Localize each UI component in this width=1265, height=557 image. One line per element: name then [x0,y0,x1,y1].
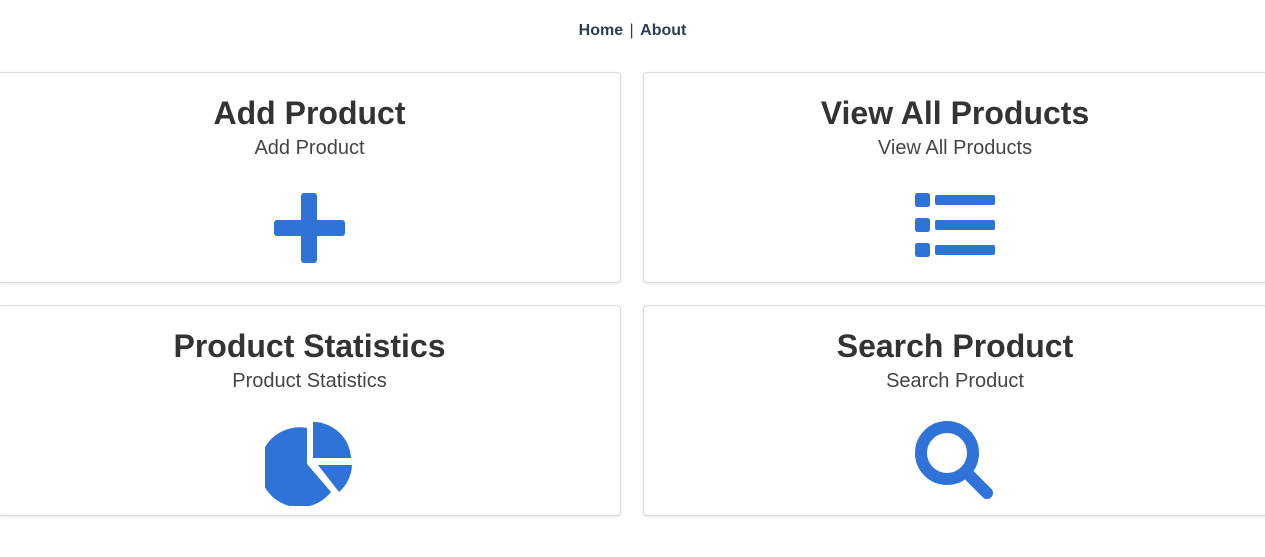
search-product-card[interactable]: Search Product Search Product [643,305,1265,516]
card-title: Add Product [213,95,406,131]
top-nav: Home | About [0,22,1265,40]
list-icon [915,193,995,257]
card-subtitle: Search Product [886,370,1024,392]
card-subtitle: View All Products [877,137,1033,159]
plus-icon [273,193,345,263]
card-title: Search Product [836,328,1074,364]
nav-about-link[interactable]: About [640,22,686,39]
search-icon [915,421,993,499]
card-title: View All Products [820,95,1090,131]
add-product-card[interactable]: Add Product Add Product [0,72,621,283]
nav-home-link[interactable]: Home [579,22,623,39]
product-statistics-card[interactable]: Product Statistics Product Statistics [0,305,621,516]
card-title: Product Statistics [173,328,446,364]
card-subtitle: Product Statistics [232,370,387,392]
pie-chart-icon [264,421,352,506]
view-all-products-card[interactable]: View All Products View All Products [643,72,1265,283]
card-subtitle: Add Product [254,137,365,159]
nav-separator: | [629,22,634,39]
